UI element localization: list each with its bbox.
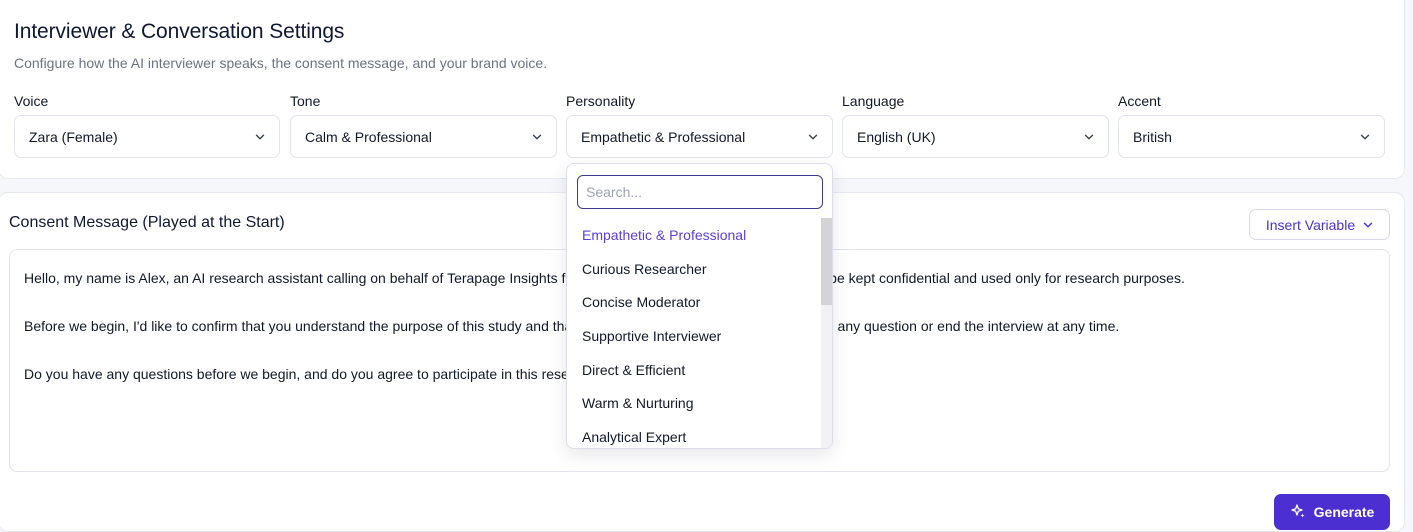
tone-label: Tone <box>290 93 321 109</box>
personality-option[interactable]: Direct & Efficient <box>567 353 822 387</box>
chevron-down-icon <box>1360 132 1370 142</box>
page-subtitle: Configure how the AI interviewer speaks,… <box>14 55 548 71</box>
dropdown-scrollbar-thumb[interactable] <box>821 218 832 305</box>
personality-option[interactable]: Curious Researcher <box>567 252 822 286</box>
insert-variable-button[interactable]: Insert Variable <box>1249 209 1390 240</box>
voice-label: Voice <box>14 93 49 109</box>
personality-option[interactable]: Analytical Expert <box>567 420 822 448</box>
personality-label: Personality <box>566 93 636 109</box>
generate-label: Generate <box>1313 504 1375 520</box>
personality-option[interactable]: Warm & Nurturing <box>567 386 822 420</box>
personality-options-list: Empathetic & Professional Curious Resear… <box>567 218 822 448</box>
consent-title: Consent Message (Played at the Start) <box>9 214 285 231</box>
language-value: English (UK) <box>857 128 936 145</box>
page-title: Interviewer & Conversation Settings <box>14 20 345 43</box>
voice-select[interactable]: Zara (Female) <box>14 115 280 158</box>
personality-select[interactable]: Empathetic & Professional <box>566 115 833 158</box>
personality-dropdown-menu: Empathetic & Professional Curious Resear… <box>566 163 833 449</box>
sparkle-icon <box>1290 503 1306 522</box>
language-label: Language <box>842 93 905 109</box>
insert-variable-label: Insert Variable <box>1265 216 1356 233</box>
tone-select[interactable]: Calm & Professional <box>290 115 557 158</box>
voice-value: Zara (Female) <box>29 128 118 145</box>
personality-option[interactable]: Concise Moderator <box>567 285 822 319</box>
chevron-down-icon <box>255 132 265 142</box>
chevron-down-icon <box>532 132 542 142</box>
language-select[interactable]: English (UK) <box>842 115 1109 158</box>
accent-value: British <box>1133 128 1172 145</box>
personality-option-selected[interactable]: Empathetic & Professional <box>567 218 822 252</box>
generate-button[interactable]: Generate <box>1274 494 1390 530</box>
personality-search-input[interactable] <box>577 175 823 209</box>
chevron-down-icon <box>808 132 818 142</box>
tone-value: Calm & Professional <box>305 128 432 145</box>
personality-option[interactable]: Supportive Interviewer <box>567 319 822 353</box>
chevron-down-icon <box>1363 220 1373 230</box>
accent-label: Accent <box>1118 93 1161 109</box>
personality-value: Empathetic & Professional <box>581 128 746 145</box>
chevron-down-icon <box>1084 132 1094 142</box>
accent-select[interactable]: British <box>1118 115 1385 158</box>
